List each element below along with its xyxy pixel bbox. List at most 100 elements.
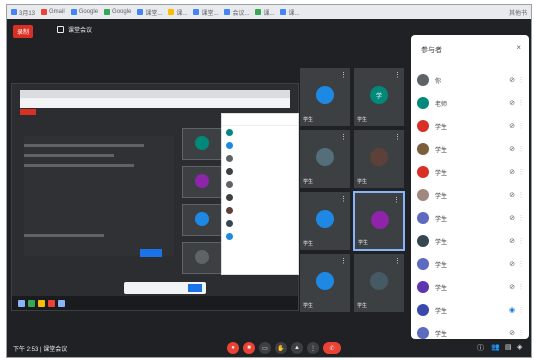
shared-mini-tile <box>182 128 222 160</box>
participant-name: 学生 <box>435 308 448 315</box>
shared-text-line <box>24 154 114 157</box>
more-options-icon[interactable]: ⋮ <box>517 122 525 130</box>
video-tile-name: 学生 <box>303 117 314 123</box>
shared-mini-tile <box>182 242 222 274</box>
bookmarks-other-label[interactable]: 其他书 <box>509 8 527 17</box>
browser-tab[interactable]: 课... <box>168 8 187 17</box>
browser-tab-label: Google <box>112 9 132 15</box>
mic-off-icon[interactable]: ⊘ <box>507 214 517 222</box>
browser-tab[interactable]: 课堂... <box>193 8 218 17</box>
video-tile[interactable]: 学生 ⋮ <box>353 253 405 313</box>
mic-off-icon[interactable]: ⊘ <box>507 122 517 130</box>
browser-tab[interactable]: Google <box>104 9 131 15</box>
shared-panel-row <box>222 217 298 230</box>
video-tile[interactable]: 学生 ⋮ <box>353 191 405 251</box>
mic-off-icon[interactable]: ⊘ <box>507 168 517 176</box>
browser-tab-label: 课... <box>263 10 275 17</box>
more-options-icon[interactable]: ⋮ <box>517 237 525 245</box>
shared-panel-row <box>222 126 298 139</box>
browser-tab[interactable]: 3月13 <box>11 8 35 17</box>
tile-menu-icon[interactable]: ⋮ <box>393 196 400 204</box>
tile-menu-icon[interactable]: ⋮ <box>340 257 347 265</box>
more-options-icon[interactable]: ⋮ <box>517 214 525 222</box>
more-options-icon[interactable]: ⋮ <box>517 145 525 153</box>
people-icon[interactable]: 👥 <box>491 343 500 351</box>
taskbar-app-icon <box>38 299 45 307</box>
tile-menu-icon[interactable]: ⋮ <box>340 195 347 203</box>
tile-menu-icon[interactable]: ⋮ <box>340 133 347 141</box>
mic-off-icon[interactable]: ⊘ <box>507 329 517 337</box>
shared-panel-row <box>222 165 298 178</box>
favicon-icon <box>280 9 287 15</box>
browser-tab[interactable]: Google <box>70 9 98 15</box>
video-tile[interactable]: 学生 ⋮ <box>299 191 351 251</box>
video-tile-name: 学生 <box>303 241 314 247</box>
participant-name: 学生 <box>435 216 448 223</box>
browser-tab-label: Gmail <box>49 9 65 15</box>
browser-tab[interactable]: 会议... <box>224 8 249 17</box>
avatar <box>195 174 209 188</box>
browser-tab[interactable]: 课... <box>280 8 300 17</box>
avatar: 学 <box>370 86 388 104</box>
more-options-icon[interactable]: ⋮ <box>517 260 525 268</box>
camera-off-button[interactable]: ■ <box>243 342 255 354</box>
shared-toast <box>124 282 206 294</box>
leave-call-button[interactable]: ✆ <box>323 342 341 354</box>
avatar <box>417 143 429 155</box>
recording-badge[interactable]: 录制 <box>13 25 34 38</box>
avatar <box>417 327 429 339</box>
browser-tab[interactable]: 课... <box>255 8 274 17</box>
favicon-icon <box>70 9 77 15</box>
avatar <box>195 212 209 226</box>
mic-off-icon[interactable]: ⊘ <box>507 76 517 84</box>
avatar <box>370 272 388 290</box>
info-icon[interactable] <box>57 26 64 33</box>
taskbar-app-icon <box>18 299 25 307</box>
more-options-icon[interactable]: ⋮ <box>517 99 525 107</box>
video-tile[interactable]: 学生 ⋮ <box>353 129 405 189</box>
browser-tab[interactable]: Gmail <box>41 9 65 15</box>
more-options-icon[interactable]: ⋮ <box>517 76 525 84</box>
favicon-icon <box>137 9 144 15</box>
close-icon[interactable]: × <box>516 43 521 52</box>
avatar <box>417 189 429 201</box>
mic-off-icon[interactable]: ⊘ <box>507 191 517 199</box>
tile-menu-icon[interactable]: ⋮ <box>394 71 401 79</box>
mic-off-icon[interactable]: ⊘ <box>507 145 517 153</box>
activities-icon[interactable]: ◈ <box>517 343 522 351</box>
participants-panel: 参与者 × 你 ⊘ ⋮ 老师 ⊘ ⋮ 学生 ⊘ ⋮ 学生 ⊘ ⋮ 学生 ⊘ ⋮ 学生 ⊘ ⋮ 学生 ⊘ ⋮ 学生 ⊘ ⋮ 学生 ⊘… <box>411 35 529 339</box>
video-tile[interactable]: 学生 ⋮ <box>299 253 351 313</box>
more-options-icon[interactable]: ⋮ <box>517 168 525 176</box>
taskbar-app-icon <box>28 299 35 307</box>
more-options-icon[interactable]: ⋮ <box>517 306 525 314</box>
more-options-button[interactable]: ⋮ <box>307 342 319 354</box>
favicon-icon <box>104 9 111 15</box>
mic-off-icon[interactable]: ⊘ <box>507 237 517 245</box>
shared-browser-addressbar <box>20 98 290 108</box>
tile-menu-icon[interactable]: ⋮ <box>394 133 401 141</box>
chat-icon[interactable]: ▤ <box>505 343 512 351</box>
avatar <box>417 120 429 132</box>
mic-off-icon[interactable]: ⊘ <box>507 99 517 107</box>
shared-browser-tabbar <box>20 90 290 98</box>
mic-off-icon[interactable]: ⊘ <box>507 260 517 268</box>
mic-off-button[interactable]: ● <box>227 342 239 354</box>
video-tile[interactable]: 学生 ⋮ <box>299 129 351 189</box>
more-options-icon[interactable]: ⋮ <box>517 283 525 291</box>
info-icon[interactable]: ⓘ <box>477 343 484 353</box>
mic-off-icon[interactable]: ⊘ <box>507 283 517 291</box>
tile-menu-icon[interactable]: ⋮ <box>394 257 401 265</box>
raise-hand-button[interactable]: ✋ <box>275 342 287 354</box>
more-options-icon[interactable]: ⋮ <box>517 191 525 199</box>
shared-toast-button <box>188 284 202 292</box>
mic-on-icon[interactable]: ◉ <box>507 306 517 314</box>
present-button[interactable]: ▲ <box>291 342 303 354</box>
video-tile[interactable]: 学学生 ⋮ <box>353 67 405 127</box>
captions-button[interactable]: ▭ <box>259 342 271 354</box>
browser-tab[interactable]: 课堂... <box>137 8 162 17</box>
avatar <box>417 74 429 86</box>
shared-text-line <box>24 144 144 147</box>
tile-menu-icon[interactable]: ⋮ <box>340 71 347 79</box>
video-tile[interactable]: 学生 ⋮ <box>299 67 351 127</box>
more-options-icon[interactable]: ⋮ <box>517 329 525 337</box>
